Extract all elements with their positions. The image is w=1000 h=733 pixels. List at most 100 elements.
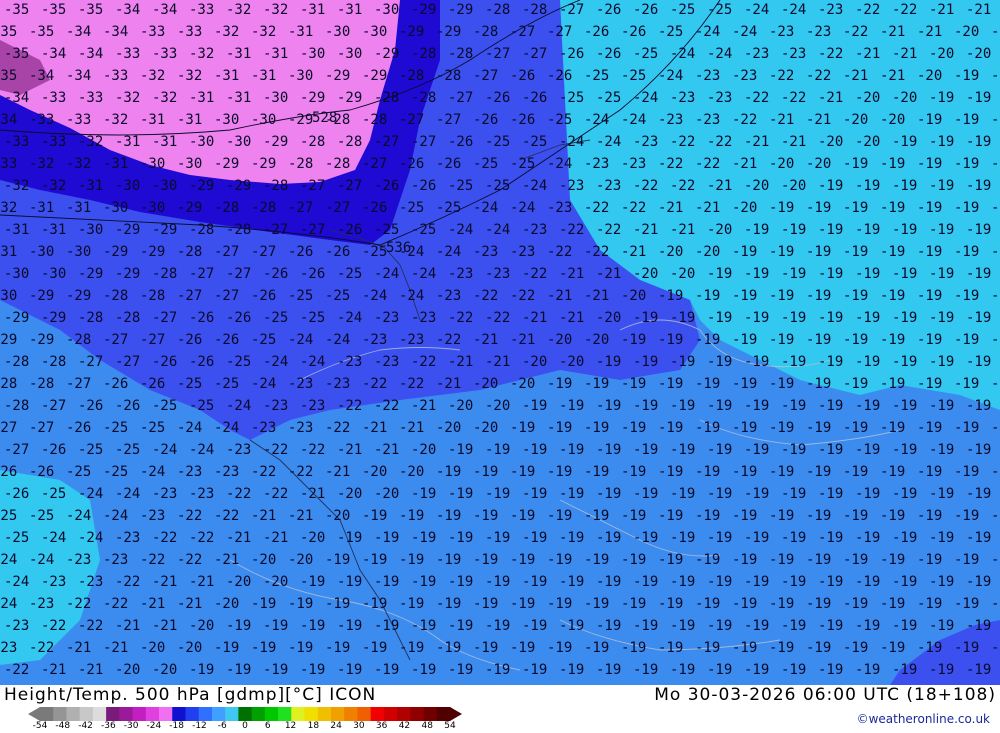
isotherm-label: -22 xyxy=(115,574,140,590)
isotherm-label: -30 xyxy=(337,46,362,62)
isotherm-label: -32 xyxy=(41,178,66,194)
isotherm-label: -26 xyxy=(66,420,91,436)
isotherm-label: -26 xyxy=(337,222,362,238)
color-legend xyxy=(28,707,462,721)
isotherm-label: -19 xyxy=(473,508,498,524)
legend-tick-label: -48 xyxy=(55,721,71,731)
isotherm-label: -32 xyxy=(189,46,214,62)
isotherm-label: -23 xyxy=(362,332,387,348)
isotherm-label: -24 xyxy=(732,24,757,40)
isotherm-label: -24 xyxy=(362,288,387,304)
isotherm-label: -19 xyxy=(880,508,905,524)
isotherm-label: -21 xyxy=(473,332,498,348)
isotherm-label: -23 xyxy=(769,24,794,40)
isotherm-label: -28 xyxy=(189,222,214,238)
isotherm-label: -25 xyxy=(707,2,732,18)
isotherm-label: -19 xyxy=(633,618,658,634)
isotherm-label: -19 xyxy=(966,530,991,546)
isotherm-label: -32 xyxy=(115,90,140,106)
isotherm-label: -28 xyxy=(214,200,239,216)
isotherm-label: -27 xyxy=(214,288,239,304)
isotherm-label: -19 xyxy=(658,332,683,348)
isotherm-label: -19 xyxy=(473,552,498,568)
isotherm-label: -19 xyxy=(633,530,658,546)
legend-tick-label: -18 xyxy=(169,721,185,731)
isotherm-label: -19 xyxy=(855,618,880,634)
isotherm-label: -22 xyxy=(78,618,103,634)
isotherm-label: -23 xyxy=(596,178,621,194)
isotherm-label: -19 xyxy=(411,574,436,590)
isotherm-label: -20 xyxy=(707,222,732,238)
isotherm-label: -19 xyxy=(806,596,831,612)
credit-link[interactable]: ©weatheronline.co.uk xyxy=(857,712,990,726)
isotherm-label: -19 xyxy=(559,530,584,546)
isotherm-label: -22 xyxy=(29,640,54,656)
isotherm-label: -24 xyxy=(337,310,362,326)
isotherm-label: -25 xyxy=(263,310,288,326)
isotherm-label: -21 xyxy=(152,618,177,634)
isotherm-label: -21 xyxy=(547,288,572,304)
isotherm-label: -23 xyxy=(781,46,806,62)
isotherm-label: -28 xyxy=(4,398,29,414)
isotherm-label: -28 xyxy=(300,134,325,150)
isotherm-label: -27 xyxy=(263,222,288,238)
isotherm-label: -19 xyxy=(991,464,1000,480)
legend-tick-label: 6 xyxy=(264,721,271,731)
isotherm-label: -19 xyxy=(399,508,424,524)
isotherm-label: -19 xyxy=(584,552,609,568)
isotherm-label: -20 xyxy=(966,46,991,62)
isotherm-label: -19 xyxy=(547,596,572,612)
isotherm-label: -27 xyxy=(522,46,547,62)
isotherm-label: -20 xyxy=(781,178,806,194)
isotherm-label: -19 xyxy=(966,618,991,634)
isotherm-label: -23 xyxy=(522,222,547,238)
isotherm-label: -26 xyxy=(473,112,498,128)
isotherm-label: -19 xyxy=(596,398,621,414)
isotherm-label: -19 xyxy=(658,596,683,612)
isotherm-label: -19 xyxy=(966,310,991,326)
isotherm-label: -26 xyxy=(4,486,29,502)
isotherm-label: -19 xyxy=(769,420,794,436)
isotherm-label: -19 xyxy=(658,464,683,480)
isotherm-label: -20 xyxy=(880,112,905,128)
isotherm-label: -31 xyxy=(152,134,177,150)
isotherm-label: -34 xyxy=(115,2,140,18)
isotherm-label: -19 xyxy=(744,530,769,546)
legend-swatch xyxy=(172,707,186,721)
isotherm-label: -24 xyxy=(436,244,461,260)
isotherm-label: -20 xyxy=(288,552,313,568)
isotherm-label: -19 xyxy=(892,530,917,546)
isotherm-label: -19 xyxy=(843,420,868,436)
isotherm-label: -19 xyxy=(584,376,609,392)
isotherm-label: -20 xyxy=(140,640,165,656)
isotherm-label: -25 xyxy=(78,442,103,458)
isotherm-label: -19 xyxy=(411,618,436,634)
isotherm-label: -19 xyxy=(954,68,979,84)
isotherm-label: -21 xyxy=(596,266,621,282)
isotherm-label: -19 xyxy=(966,134,991,150)
isotherm-label: -21 xyxy=(189,574,214,590)
isotherm-label: -26 xyxy=(263,266,288,282)
isotherm-label: -19 xyxy=(732,464,757,480)
isotherm-label: -22 xyxy=(584,244,609,260)
isotherm-label: -19 xyxy=(670,486,695,502)
isotherm-label: -19 xyxy=(473,464,498,480)
isotherm-label: -29 xyxy=(263,134,288,150)
isotherm-label: -19 xyxy=(436,640,461,656)
isotherm-label: -19 xyxy=(288,596,313,612)
map-canvas: 528 536 -35 -35 -35 -34 -34 -33 -32 -32 -31 -31 -3… xyxy=(0,0,1000,685)
isotherm-label: -22 xyxy=(473,288,498,304)
isotherm-label: -19 xyxy=(695,508,720,524)
isotherm-label: -19 xyxy=(917,640,942,656)
isotherm-label: -19 xyxy=(473,596,498,612)
isotherm-label: -27 xyxy=(374,134,399,150)
isotherm-label: -23 xyxy=(29,596,54,612)
isotherm-label: -19 xyxy=(670,618,695,634)
legend-tick-label: 54 xyxy=(444,721,456,731)
isotherm-label: -19 xyxy=(658,508,683,524)
legend-swatch xyxy=(198,707,213,721)
isotherm-label: -19 xyxy=(966,222,991,238)
isotherm-label: -19 xyxy=(226,618,251,634)
isotherm-label: -23 xyxy=(115,530,140,546)
isotherm-label: -19 xyxy=(707,266,732,282)
